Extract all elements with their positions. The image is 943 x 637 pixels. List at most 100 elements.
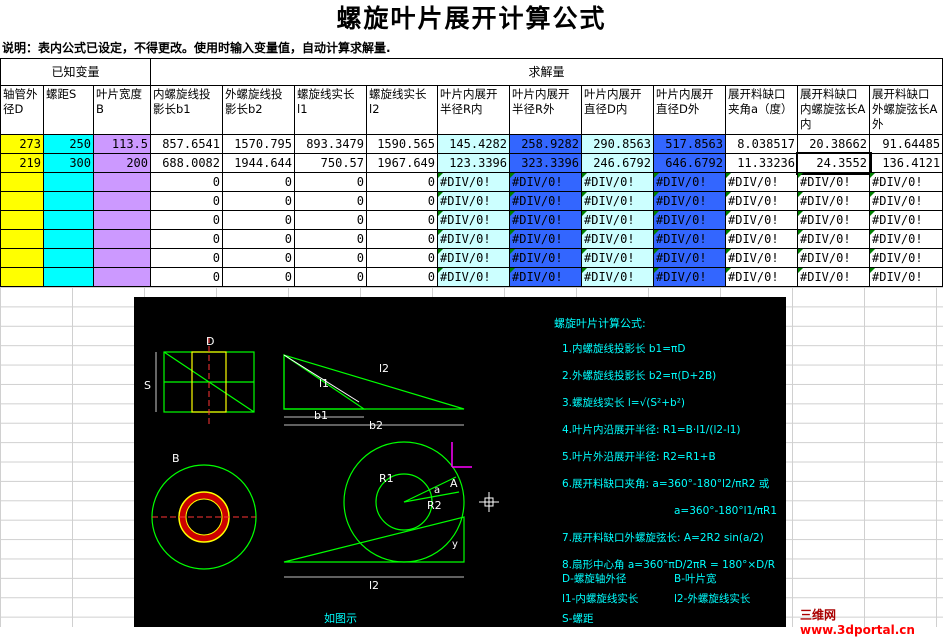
result-cell[interactable]: 0 <box>294 191 367 211</box>
result-cell[interactable]: 0 <box>222 191 295 211</box>
result-cell[interactable]: 290.8563 <box>581 134 654 154</box>
result-cell[interactable]: 0 <box>150 229 223 249</box>
input-cell[interactable] <box>43 248 94 268</box>
result-cell[interactable]: 1944.644 <box>222 153 295 173</box>
result-cell[interactable]: #DIV/0! <box>653 248 726 268</box>
result-cell[interactable]: #DIV/0! <box>653 210 726 230</box>
input-cell[interactable] <box>93 229 151 249</box>
result-cell[interactable]: 0 <box>366 229 438 249</box>
input-cell[interactable] <box>93 267 151 287</box>
input-cell[interactable] <box>93 191 151 211</box>
result-cell[interactable]: 91.64485 <box>868 134 943 154</box>
result-cell[interactable]: #DIV/0! <box>437 229 510 249</box>
group-known[interactable]: 已知变量 <box>0 58 151 86</box>
result-cell[interactable]: #DIV/0! <box>509 267 582 287</box>
result-cell[interactable]: 688.0082 <box>150 153 223 173</box>
input-cell[interactable]: 200 <box>93 153 151 173</box>
result-cell[interactable]: #DIV/0! <box>437 210 510 230</box>
result-cell[interactable]: 517.8563 <box>653 134 726 154</box>
result-cell[interactable]: 0 <box>294 210 367 230</box>
input-cell[interactable] <box>0 248 44 268</box>
result-cell[interactable]: 8.038517 <box>725 134 798 154</box>
input-cell[interactable] <box>43 172 94 192</box>
result-cell[interactable]: #DIV/0! <box>581 229 654 249</box>
result-cell[interactable]: 0 <box>150 191 223 211</box>
column-header[interactable]: 叶片内展开直径D外 <box>653 85 726 135</box>
result-cell[interactable]: #DIV/0! <box>797 248 870 268</box>
cad-drawing[interactable]: D S l1 l2 b1 b2 B R1 R2 A a l2 y 如图示 螺旋叶… <box>134 297 786 627</box>
column-header[interactable]: 外螺旋线投影长b2 <box>222 85 295 135</box>
result-cell[interactable]: 857.6541 <box>150 134 223 154</box>
input-cell[interactable] <box>0 229 44 249</box>
result-cell[interactable]: #DIV/0! <box>797 210 870 230</box>
result-cell[interactable]: 1570.795 <box>222 134 295 154</box>
input-cell[interactable]: 219 <box>0 153 44 173</box>
input-cell[interactable] <box>43 267 94 287</box>
column-header[interactable]: 展开料缺口夹角a（度） <box>725 85 798 135</box>
result-cell[interactable]: #DIV/0! <box>797 267 870 287</box>
column-header[interactable]: 展开料缺口内螺旋弦长A内 <box>797 85 870 135</box>
result-cell[interactable]: #DIV/0! <box>509 229 582 249</box>
column-header[interactable]: 螺距S <box>43 85 94 135</box>
result-cell[interactable]: #DIV/0! <box>868 210 943 230</box>
result-cell[interactable]: 0 <box>366 248 438 268</box>
input-cell[interactable] <box>43 229 94 249</box>
result-cell[interactable]: #DIV/0! <box>509 172 582 192</box>
result-cell[interactable]: #DIV/0! <box>725 229 798 249</box>
result-cell[interactable]: #DIV/0! <box>509 210 582 230</box>
result-cell[interactable]: 0 <box>150 172 223 192</box>
input-cell[interactable] <box>0 191 44 211</box>
result-cell[interactable]: #DIV/0! <box>581 172 654 192</box>
result-cell[interactable]: #DIV/0! <box>797 229 870 249</box>
input-cell[interactable] <box>0 172 44 192</box>
result-cell[interactable]: 0 <box>366 172 438 192</box>
input-cell[interactable] <box>93 248 151 268</box>
result-cell[interactable]: 20.38662 <box>797 134 870 154</box>
column-header[interactable]: 叶片内展开半径R内 <box>437 85 510 135</box>
result-cell[interactable]: 136.4121 <box>868 153 943 173</box>
result-cell[interactable]: 0 <box>366 191 438 211</box>
result-cell[interactable]: 0 <box>294 248 367 268</box>
result-cell[interactable]: 0 <box>222 248 295 268</box>
result-cell[interactable]: #DIV/0! <box>868 267 943 287</box>
input-cell[interactable] <box>0 267 44 287</box>
result-cell[interactable]: 0 <box>222 210 295 230</box>
result-cell[interactable]: 0 <box>222 267 295 287</box>
result-cell[interactable]: #DIV/0! <box>797 172 870 192</box>
column-header[interactable]: 叶片内展开直径D内 <box>581 85 654 135</box>
input-cell[interactable] <box>43 210 94 230</box>
result-cell[interactable]: #DIV/0! <box>725 267 798 287</box>
result-cell[interactable]: 1967.649 <box>366 153 438 173</box>
result-cell[interactable]: 123.3396 <box>437 153 510 173</box>
result-cell[interactable]: 0 <box>294 229 367 249</box>
input-cell[interactable] <box>93 172 151 192</box>
result-cell[interactable]: #DIV/0! <box>868 248 943 268</box>
result-cell[interactable]: #DIV/0! <box>437 267 510 287</box>
result-cell[interactable]: 246.6792 <box>581 153 654 173</box>
result-cell[interactable]: #DIV/0! <box>653 172 726 192</box>
input-cell[interactable]: 250 <box>43 134 94 154</box>
input-cell[interactable] <box>93 210 151 230</box>
result-cell[interactable]: 258.9282 <box>509 134 582 154</box>
result-cell[interactable]: 1590.565 <box>366 134 438 154</box>
result-cell[interactable]: 0 <box>222 229 295 249</box>
result-cell[interactable]: 0 <box>222 172 295 192</box>
result-cell[interactable]: 11.33236 <box>725 153 798 173</box>
column-header[interactable]: 轴管外径D <box>0 85 44 135</box>
result-cell[interactable]: 323.3396 <box>509 153 582 173</box>
result-cell[interactable]: #DIV/0! <box>581 248 654 268</box>
result-cell[interactable]: #DIV/0! <box>797 191 870 211</box>
result-cell[interactable]: 0 <box>294 267 367 287</box>
result-cell[interactable]: 24.3552 <box>795 151 872 175</box>
result-cell[interactable]: 0 <box>150 210 223 230</box>
column-header[interactable]: 螺旋线实长l2 <box>366 85 438 135</box>
result-cell[interactable]: #DIV/0! <box>868 172 943 192</box>
group-solve[interactable]: 求解量 <box>149 58 943 86</box>
input-cell[interactable]: 113.5 <box>93 134 151 154</box>
result-cell[interactable]: 0 <box>294 172 367 192</box>
column-header[interactable]: 展开料缺口外螺旋弦长A外 <box>868 85 943 135</box>
result-cell[interactable]: #DIV/0! <box>581 267 654 287</box>
result-cell[interactable]: #DIV/0! <box>725 191 798 211</box>
column-header[interactable]: 内螺旋线投影长b1 <box>150 85 223 135</box>
result-cell[interactable]: 145.4282 <box>437 134 510 154</box>
